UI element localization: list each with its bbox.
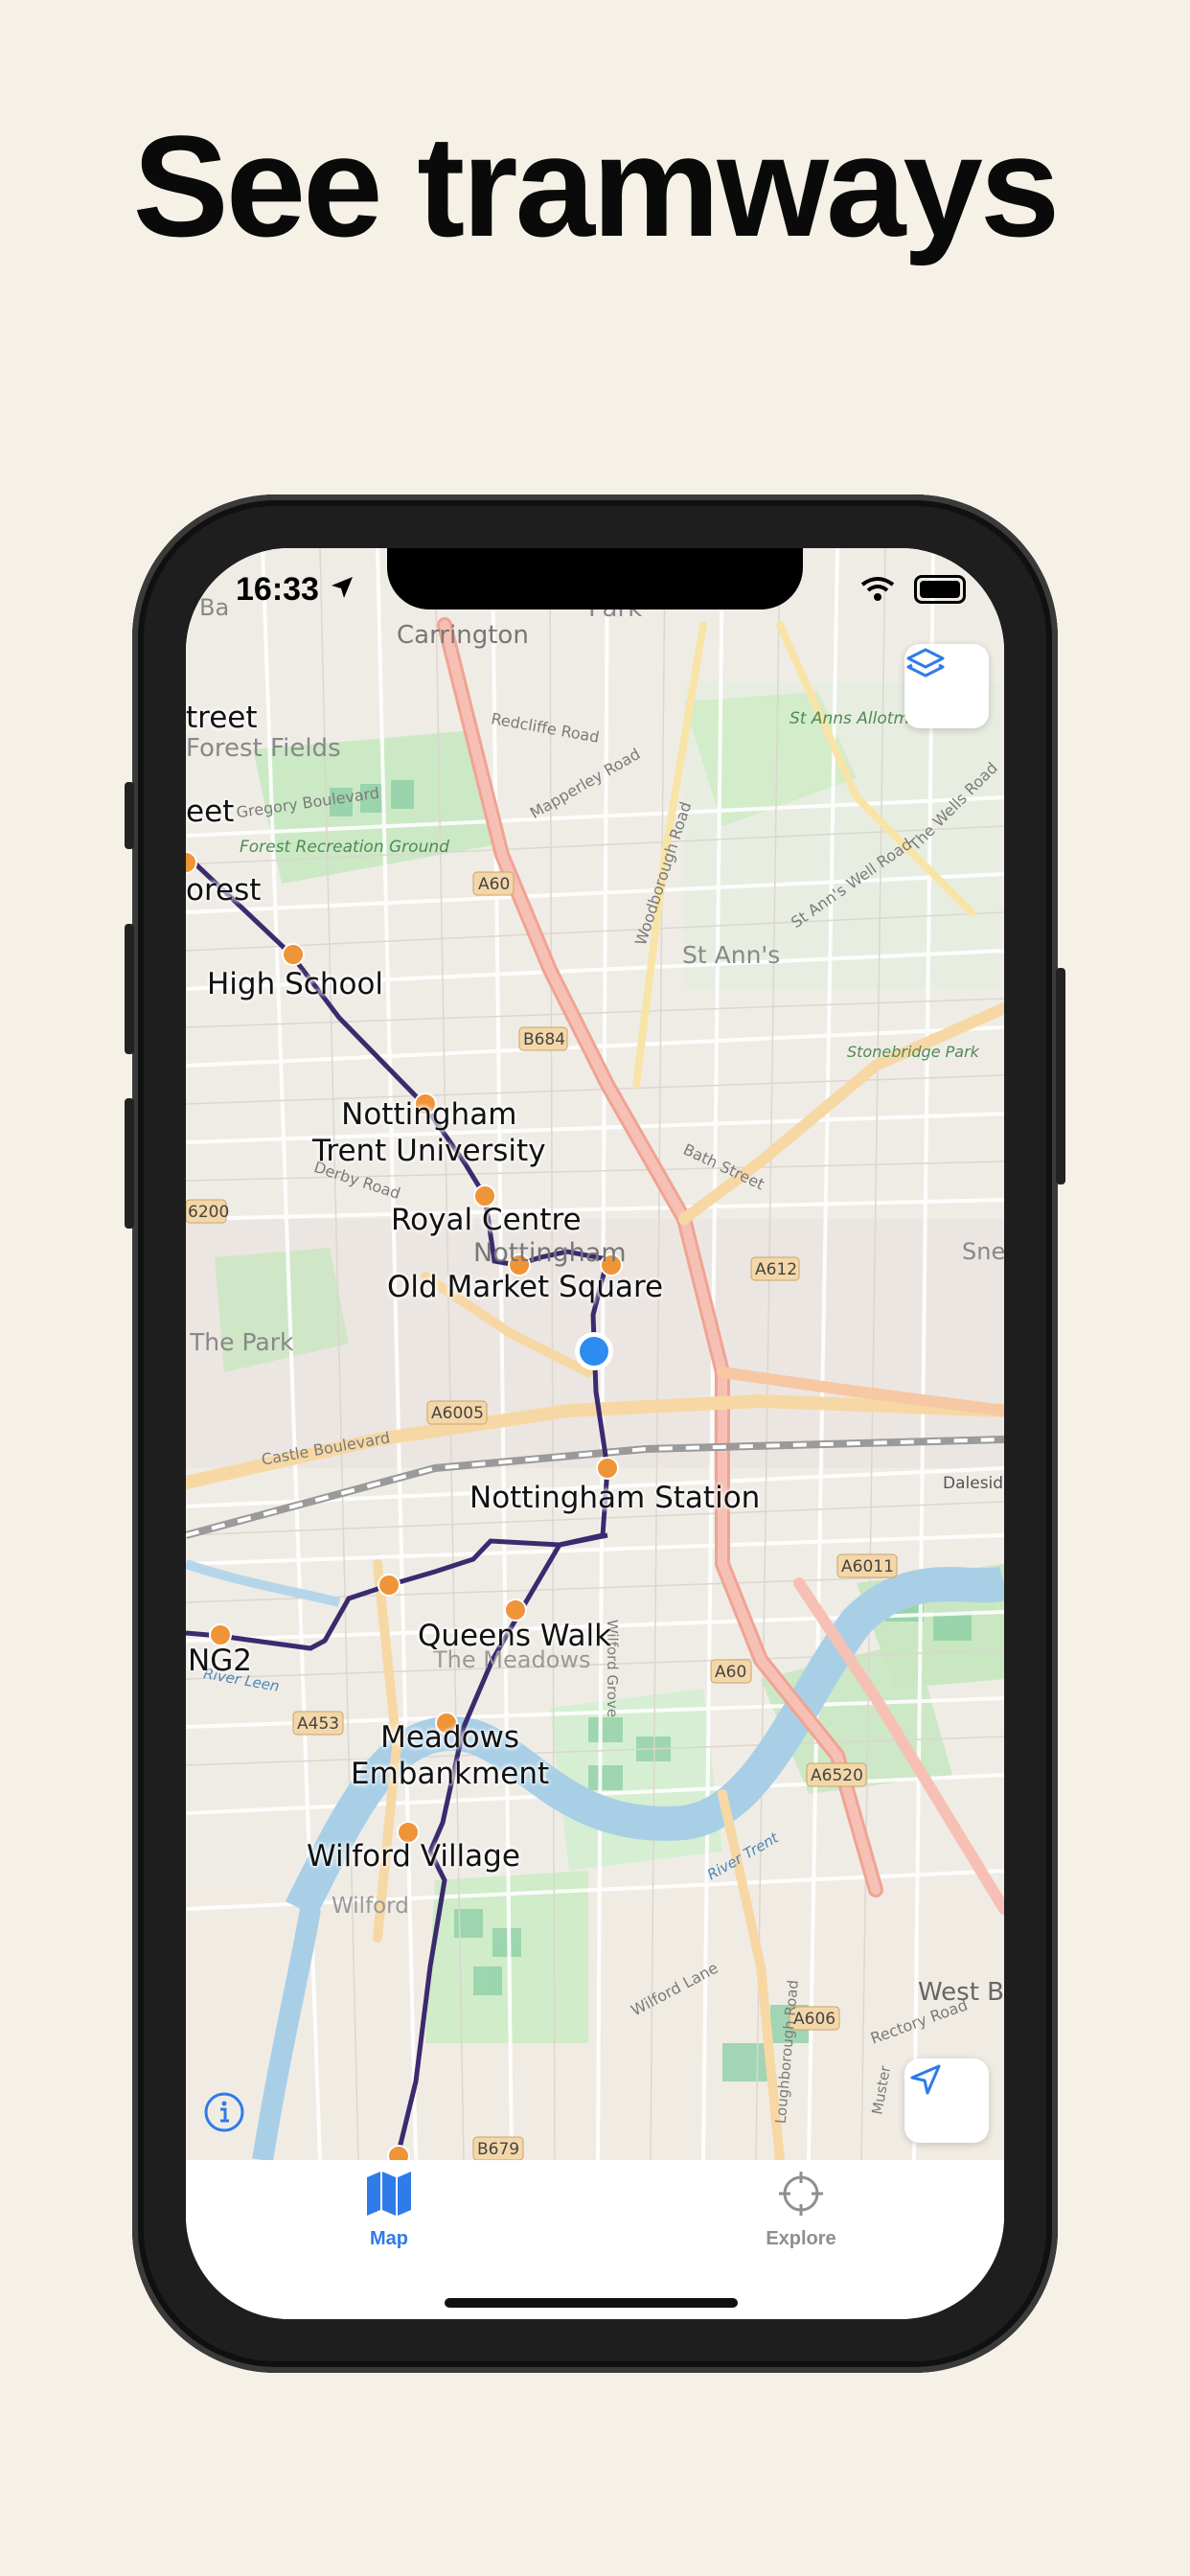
location-services-icon xyxy=(332,577,353,598)
svg-text:B684: B684 xyxy=(523,1030,565,1049)
svg-text:A6011: A6011 xyxy=(841,1557,894,1576)
station-label[interactable]: Wilford Village xyxy=(307,1838,520,1874)
mute-switch xyxy=(125,782,134,849)
station-label-partial: treet xyxy=(186,701,258,735)
map-view[interactable]: A60 B684 A612 A6005 A6011 A60 A453 A6520… xyxy=(186,548,1004,2160)
volume-up-button xyxy=(125,924,134,1054)
place-label: Nottingham xyxy=(473,1238,627,1268)
svg-text:A612: A612 xyxy=(755,1260,797,1279)
svg-text:6200: 6200 xyxy=(188,1203,229,1222)
station-label[interactable]: High School xyxy=(207,966,383,1002)
map-icon xyxy=(367,2172,411,2216)
station-label[interactable]: Nottingham Trent University xyxy=(312,1096,546,1169)
station-label-partial: eet xyxy=(186,794,235,829)
station-label[interactable]: Royal Centre xyxy=(391,1202,582,1238)
tab-explore[interactable]: Explore xyxy=(724,2170,878,2250)
svg-text:A60: A60 xyxy=(715,1663,746,1682)
place-label: Forest Recreation Ground xyxy=(240,838,449,857)
phone-frame: A60 B684 A612 A6005 A6011 A60 A453 A6520… xyxy=(125,494,1065,2373)
tab-label: Map xyxy=(370,2228,408,2249)
place-label: Stonebridge Park xyxy=(847,1043,979,1061)
station-label-partial: orest xyxy=(186,873,262,908)
station-label[interactable]: Meadows Embankment xyxy=(351,1719,549,1792)
headline: See tramways xyxy=(132,105,1061,266)
tab-label: Explore xyxy=(766,2228,836,2249)
station-label[interactable]: Old Market Square xyxy=(387,1269,663,1305)
svg-text:A60: A60 xyxy=(478,875,510,894)
layers-icon xyxy=(906,648,945,678)
place-label: Sne xyxy=(962,1238,1004,1265)
place-label: West B xyxy=(918,1978,1004,2007)
wifi-icon xyxy=(860,577,895,601)
place-label: St Ann's xyxy=(682,941,781,969)
svg-text:A6005: A6005 xyxy=(431,1404,484,1423)
tab-bar: Map Explore xyxy=(186,2160,1004,2319)
crosshair-icon xyxy=(779,2172,823,2216)
svg-text:B679: B679 xyxy=(477,2140,519,2159)
volume-down-button xyxy=(125,1098,134,1229)
svg-text:A6520: A6520 xyxy=(811,1766,863,1785)
svg-text:A606: A606 xyxy=(793,2010,835,2029)
place-label: Wilford xyxy=(332,1894,409,1919)
tab-map[interactable]: Map xyxy=(312,2170,466,2250)
location-arrow-icon xyxy=(910,2064,941,2095)
station-label[interactable]: Nottingham Station xyxy=(469,1480,760,1516)
place-label: The Park xyxy=(190,1328,294,1356)
home-indicator xyxy=(445,2298,738,2308)
status-time: 16:33 xyxy=(236,571,319,608)
place-label: Dalesid xyxy=(943,1474,1004,1493)
station-label[interactable]: NG2 xyxy=(188,1643,252,1679)
station-label[interactable]: Queens Walk xyxy=(418,1618,611,1654)
power-button xyxy=(1056,968,1065,1184)
status-bar: 16:33 xyxy=(186,548,1004,634)
locate-me-button[interactable] xyxy=(904,2058,989,2143)
map-canvas: A60 B684 A612 A6005 A6011 A60 A453 A6520… xyxy=(186,548,1004,2160)
app-screen: A60 B684 A612 A6005 A6011 A60 A453 A6520… xyxy=(186,548,1004,2319)
info-icon xyxy=(204,2092,244,2132)
place-label: Forest Fields xyxy=(186,734,341,763)
svg-text:A453: A453 xyxy=(297,1714,339,1734)
battery-icon xyxy=(914,575,966,604)
layers-button[interactable] xyxy=(904,644,989,728)
